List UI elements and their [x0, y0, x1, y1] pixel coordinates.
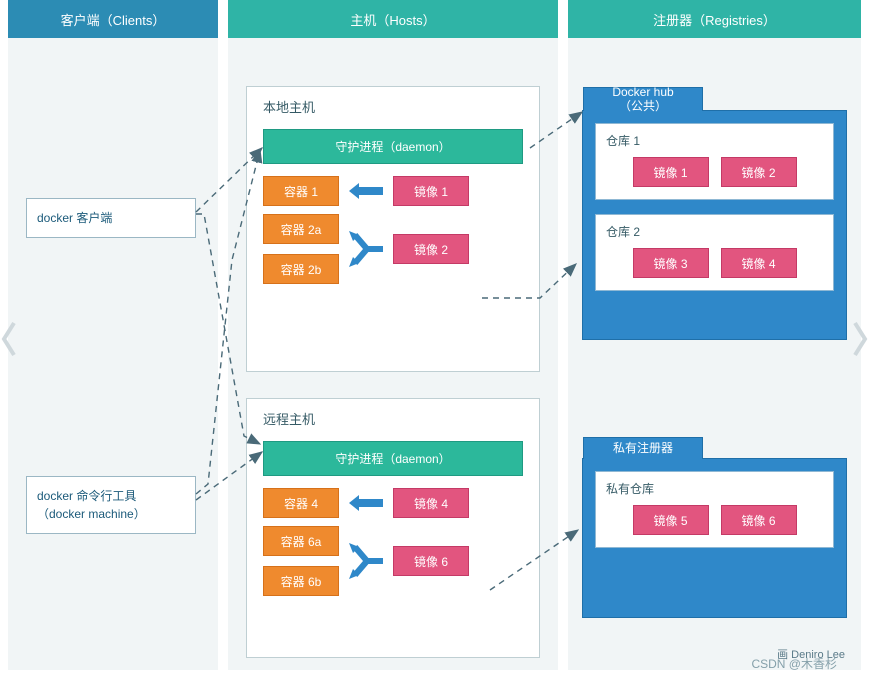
remote-daemon: 守护进程（daemon）	[263, 441, 523, 476]
remote-host-box: 远程主机 守护进程（daemon） 容器 4 镜像 4 容器 6a 容器 6b …	[246, 398, 540, 658]
container-4: 容器 4	[263, 488, 339, 518]
local-row-2: 容器 2a 容器 2b 镜像 2	[263, 214, 523, 284]
arrow-left-icon	[349, 184, 383, 198]
clients-header: 客户端（Clients）	[8, 0, 218, 38]
repo2-image-4: 镜像 4	[721, 248, 797, 278]
repo1-image-1: 镜像 1	[633, 157, 709, 187]
image-2: 镜像 2	[393, 234, 469, 264]
hub-tab-line2: （公共）	[619, 100, 667, 114]
local-host-title: 本地主机	[263, 97, 315, 116]
client-box-docker: docker 客户端	[26, 198, 196, 238]
local-daemon: 守护进程（daemon）	[263, 129, 523, 164]
client-machine-line1: docker 命令行工具	[37, 487, 185, 505]
split-arrow-icon	[349, 229, 383, 269]
image-6: 镜像 6	[393, 546, 469, 576]
local-row-1: 容器 1 镜像 1	[263, 176, 523, 206]
repo-1: 仓库 1 镜像 1 镜像 2	[595, 123, 834, 200]
chevron-left-icon[interactable]	[0, 319, 20, 359]
arrow-left-icon	[349, 496, 383, 510]
private-registry-folder: 私有注册器 私有仓库 镜像 5 镜像 6	[582, 458, 847, 618]
container-2b: 容器 2b	[263, 254, 339, 284]
repo-2-title: 仓库 2	[606, 223, 823, 240]
docker-hub-tab: Docker hub （公共）	[583, 87, 703, 111]
registries-column: Docker hub （公共） 仓库 1 镜像 1 镜像 2 仓库 2 镜像 3…	[568, 38, 861, 670]
private-tab-label: 私有注册器	[613, 442, 673, 456]
repo-1-title: 仓库 1	[606, 132, 823, 149]
remote-host-title: 远程主机	[263, 409, 315, 428]
repo1-image-2: 镜像 2	[721, 157, 797, 187]
split-arrow-icon	[349, 541, 383, 581]
client-box-machine: docker 命令行工具 （docker machine）	[26, 476, 196, 534]
image-1: 镜像 1	[393, 176, 469, 206]
client-machine-line2: （docker machine）	[37, 505, 185, 523]
private-image-5: 镜像 5	[633, 505, 709, 535]
private-repo-title: 私有仓库	[606, 480, 823, 497]
local-host-box: 本地主机 守护进程（daemon） 容器 1 镜像 1 容器 2a 容器 2b …	[246, 86, 540, 372]
private-tab: 私有注册器	[583, 437, 703, 459]
repo-2: 仓库 2 镜像 3 镜像 4	[595, 214, 834, 291]
hosts-column: 本地主机 守护进程（daemon） 容器 1 镜像 1 容器 2a 容器 2b …	[228, 38, 558, 670]
remote-row-1: 容器 4 镜像 4	[263, 488, 523, 518]
watermark-text: CSDN @木香杉	[751, 655, 837, 672]
container-1: 容器 1	[263, 176, 339, 206]
image-4: 镜像 4	[393, 488, 469, 518]
clients-column: docker 客户端 docker 命令行工具 （docker machine）	[8, 38, 218, 670]
hub-tab-line1: Docker hub	[612, 86, 673, 100]
container-6a: 容器 6a	[263, 526, 339, 556]
container-2a: 容器 2a	[263, 214, 339, 244]
hosts-header: 主机（Hosts）	[228, 0, 558, 38]
docker-hub-folder: Docker hub （公共） 仓库 1 镜像 1 镜像 2 仓库 2 镜像 3…	[582, 110, 847, 340]
remote-row-2: 容器 6a 容器 6b 镜像 6	[263, 526, 523, 596]
private-image-6: 镜像 6	[721, 505, 797, 535]
chevron-right-icon[interactable]	[849, 319, 869, 359]
registries-header: 注册器（Registries）	[568, 0, 861, 38]
repo2-image-3: 镜像 3	[633, 248, 709, 278]
private-repo: 私有仓库 镜像 5 镜像 6	[595, 471, 834, 548]
container-6b: 容器 6b	[263, 566, 339, 596]
